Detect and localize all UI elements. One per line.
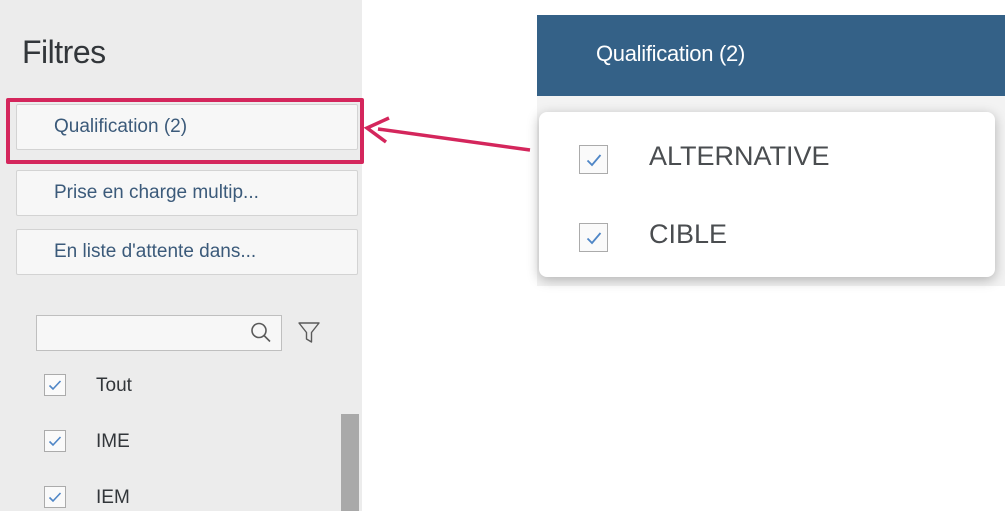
popover-header: Qualification (2) xyxy=(537,15,1005,96)
filter-qualification[interactable]: Qualification (2) xyxy=(16,104,358,150)
list-item-label: IME xyxy=(96,431,130,452)
popover-header-title: Qualification (2) xyxy=(596,41,745,66)
panel-title: Filtres xyxy=(22,34,106,70)
checkbox[interactable] xyxy=(579,223,608,252)
checkbox[interactable] xyxy=(44,430,66,452)
search-icon[interactable] xyxy=(248,320,274,346)
checkmark-icon xyxy=(586,232,602,245)
search-input[interactable] xyxy=(36,315,282,351)
checkbox[interactable] xyxy=(44,486,66,508)
scrollbar-thumb[interactable] xyxy=(341,414,359,511)
filter-prise-en-charge[interactable]: Prise en charge multip... xyxy=(16,170,358,216)
filter-liste-attente[interactable]: En liste d'attente dans... xyxy=(16,229,358,275)
option-label: CIBLE xyxy=(649,219,728,249)
list-item-label: IEM xyxy=(96,487,130,508)
checkbox[interactable] xyxy=(579,145,608,174)
checkmark-icon xyxy=(48,492,62,503)
checkmark-icon xyxy=(586,154,602,167)
funnel-icon[interactable] xyxy=(297,320,321,346)
checkmark-icon xyxy=(48,436,62,447)
filters-panel: Filtres Qualification (2) Prise en charg… xyxy=(0,0,362,511)
checkmark-icon xyxy=(48,380,62,391)
option-label: ALTERNATIVE xyxy=(649,141,830,171)
list-item-label: Tout xyxy=(96,375,132,396)
qualification-popover: ALTERNATIVE CIBLE xyxy=(539,112,995,277)
checkbox[interactable] xyxy=(44,374,66,396)
